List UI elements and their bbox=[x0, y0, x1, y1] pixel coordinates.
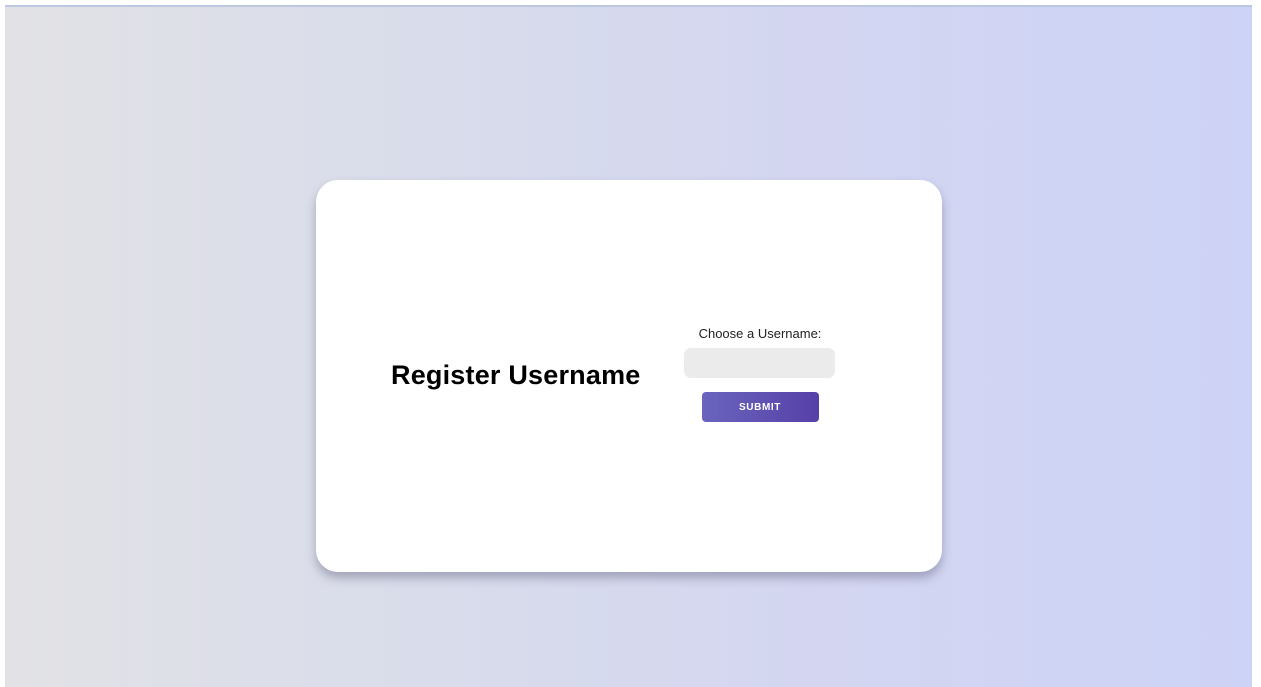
register-card: Register Username Choose a Username: SUB… bbox=[316, 180, 942, 572]
username-input[interactable] bbox=[684, 348, 835, 378]
username-form: Choose a Username: SUBMIT bbox=[684, 326, 836, 422]
page-title: Register Username bbox=[391, 360, 641, 390]
submit-button[interactable]: SUBMIT bbox=[701, 392, 819, 422]
username-label: Choose a Username: bbox=[698, 326, 822, 341]
page-background: Register Username Choose a Username: SUB… bbox=[5, 5, 1252, 687]
